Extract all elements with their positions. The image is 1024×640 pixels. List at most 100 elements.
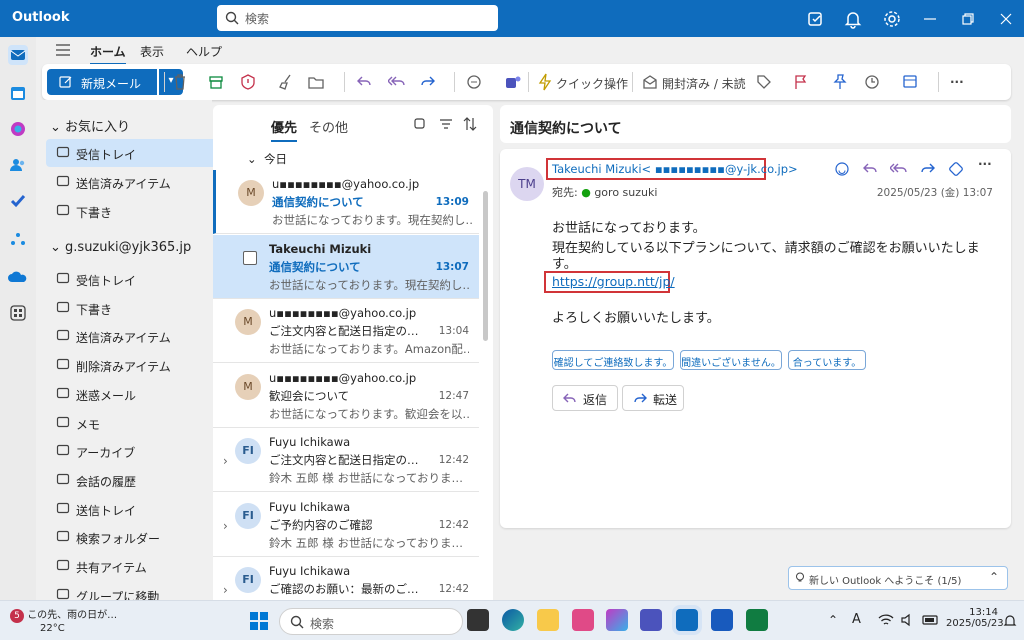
envelope-open-icon[interactable] [642, 73, 658, 91]
chevron-up-icon[interactable]: ⌃ [989, 570, 999, 584]
tab-home[interactable]: ホーム [90, 43, 126, 65]
windows-start-icon[interactable] [249, 611, 269, 631]
chevron-right-icon[interactable]: › [223, 454, 228, 468]
sync-icon[interactable] [948, 161, 964, 177]
read-unread-label[interactable]: 開封済み / 未読 [662, 75, 746, 93]
list-item[interactable]: › FI Fuyu Ichikawa ご注文内容と配送日指定の… 12:42 鈴木 五郎 … [213, 428, 479, 492]
folder-item[interactable]: 下書き [46, 294, 232, 322]
quick-action-label[interactable]: クイック操作 [556, 75, 628, 93]
copilot-app-icon[interactable] [8, 119, 28, 139]
list-item[interactable]: Mu▪▪▪▪▪▪▪▪@yahoo.co.jp 歓迎会について 12:47 お世話になっ… [213, 363, 479, 428]
report-icon[interactable] [240, 73, 256, 91]
todo-icon[interactable] [806, 9, 826, 29]
teams-icon[interactable] [640, 609, 662, 631]
suggested-reply-3[interactable]: 合っています。 [788, 350, 866, 370]
folder-item[interactable]: 検索フォルダー [46, 523, 232, 551]
restore-icon[interactable] [958, 9, 978, 29]
hamburger-icon[interactable] [56, 44, 70, 56]
more-apps-icon[interactable] [8, 303, 28, 323]
group-today[interactable]: ⌄ 今日 [247, 151, 287, 167]
lightning-icon[interactable] [538, 73, 552, 91]
tray-chevron-icon[interactable]: ⌃ [828, 613, 838, 627]
folder-item[interactable]: アーカイブ [46, 437, 232, 465]
copilot-icon[interactable] [606, 609, 628, 631]
weather-widget[interactable]: 5 この先、雨の日が… 22°C [10, 606, 117, 634]
rules-icon[interactable] [902, 73, 918, 91]
folder-item[interactable]: 下書き [46, 197, 232, 225]
list-item[interactable]: Takeuchi Mizuki 通信契約について 13:07 お世話になっております。… [213, 234, 479, 299]
folder-item[interactable]: 受信トレイ2 [46, 139, 232, 167]
edge-icon[interactable] [502, 609, 524, 631]
forward-button[interactable]: 転送 [622, 385, 684, 411]
sweep-icon[interactable] [278, 73, 294, 91]
list-item[interactable]: › FI Fuyu Ichikawa ご予約内容のご確認 12:42 鈴木 五郎 様 お世… [213, 492, 479, 557]
tab-focused[interactable]: 優先 [271, 117, 298, 142]
onedrive-app-icon[interactable] [8, 267, 28, 287]
forward-icon[interactable] [920, 161, 936, 177]
volume-icon[interactable] [900, 613, 916, 627]
folder-item[interactable]: 削除済みアイテム [46, 351, 232, 379]
suggested-reply-2[interactable]: 間違いございません。 [680, 350, 782, 370]
gear-icon[interactable] [882, 9, 902, 29]
suggested-reply-1[interactable]: 確認してご連絡致します。 [552, 350, 674, 370]
favorites-header[interactable]: ⌄ お気に入り [50, 116, 130, 135]
battery-icon[interactable] [922, 613, 940, 627]
tag-icon[interactable] [756, 73, 772, 91]
body-link[interactable]: https://group.ntt/jp/ [552, 274, 675, 289]
store-icon[interactable] [572, 609, 594, 631]
forward-icon[interactable] [420, 73, 436, 91]
filter-icon[interactable] [439, 117, 453, 131]
bell-icon[interactable] [843, 9, 863, 29]
minimize-icon[interactable] [920, 9, 940, 29]
chevron-right-icon[interactable]: › [223, 583, 228, 597]
ime-indicator[interactable]: A [852, 612, 861, 627]
move-folder-icon[interactable] [308, 73, 324, 91]
reply-icon[interactable] [356, 73, 372, 91]
search-input[interactable]: 検索 [217, 5, 498, 31]
mail-app-icon[interactable] [8, 45, 28, 65]
taskview-icon[interactable] [467, 609, 489, 631]
reply-icon[interactable] [862, 161, 878, 177]
list-scrollbar[interactable] [483, 191, 488, 341]
more-options-button[interactable]: ... [950, 72, 964, 90]
emoji-icon[interactable] [834, 161, 850, 177]
word-icon[interactable] [711, 609, 733, 631]
folder-item[interactable]: 迷惑メール [46, 380, 232, 408]
new-mail-button[interactable]: 新規メール [47, 69, 157, 95]
excel-icon[interactable] [746, 609, 768, 631]
tab-other[interactable]: その他 [309, 117, 348, 136]
folder-item[interactable]: 送信トレイ [46, 495, 232, 523]
teams-icon[interactable] [504, 73, 522, 91]
reply-all-icon[interactable] [890, 161, 908, 177]
recipient-name[interactable]: goro suzuki [594, 186, 657, 199]
folder-item[interactable]: 送信済みアイテム [46, 168, 232, 196]
reply-button[interactable]: 返信 [552, 385, 618, 411]
clock-icon[interactable] [864, 73, 880, 91]
notification-bell-icon[interactable] [1002, 613, 1018, 629]
folder-item[interactable]: 会話の履歴 [46, 466, 232, 494]
select-mode-icon[interactable] [413, 117, 427, 131]
folder-item[interactable]: 共有アイテム [46, 552, 232, 580]
reply-all-icon[interactable] [388, 73, 406, 91]
avatar[interactable]: TM [510, 167, 544, 201]
taskbar-search[interactable]: 検索 [279, 608, 463, 635]
clock[interactable]: 13:14 2025/05/23 [946, 607, 1004, 629]
folder-item[interactable]: 送信済みアイテム [46, 322, 232, 350]
close-icon[interactable] [996, 9, 1016, 29]
chat-icon[interactable] [466, 73, 482, 91]
people-app-icon[interactable] [8, 155, 28, 175]
tab-view[interactable]: 表示 [140, 43, 164, 60]
folder-item[interactable]: 受信トレイ2 [46, 265, 232, 293]
flag-icon[interactable] [794, 73, 808, 91]
list-item[interactable]: Mu▪▪▪▪▪▪▪▪@yahoo.co.jp 通信契約について 13:09 お世話にな… [213, 170, 479, 234]
list-item[interactable]: Mu▪▪▪▪▪▪▪▪@yahoo.co.jp ご注文内容と配送日指定の… 13:04… [213, 299, 479, 363]
outlook-icon[interactable] [676, 609, 698, 631]
explorer-icon[interactable] [537, 609, 559, 631]
archive-icon[interactable] [208, 73, 224, 91]
todo-app-icon[interactable] [8, 191, 28, 211]
wifi-icon[interactable] [878, 613, 894, 627]
sort-icon[interactable] [463, 116, 477, 132]
more-options-button[interactable]: ··· [978, 157, 992, 171]
sender-address[interactable]: Takeuchi Mizuki< ▪▪▪▪▪▪▪▪▪@y-jk.co.jp> [546, 158, 798, 180]
folder-item[interactable]: メモ [46, 409, 232, 437]
